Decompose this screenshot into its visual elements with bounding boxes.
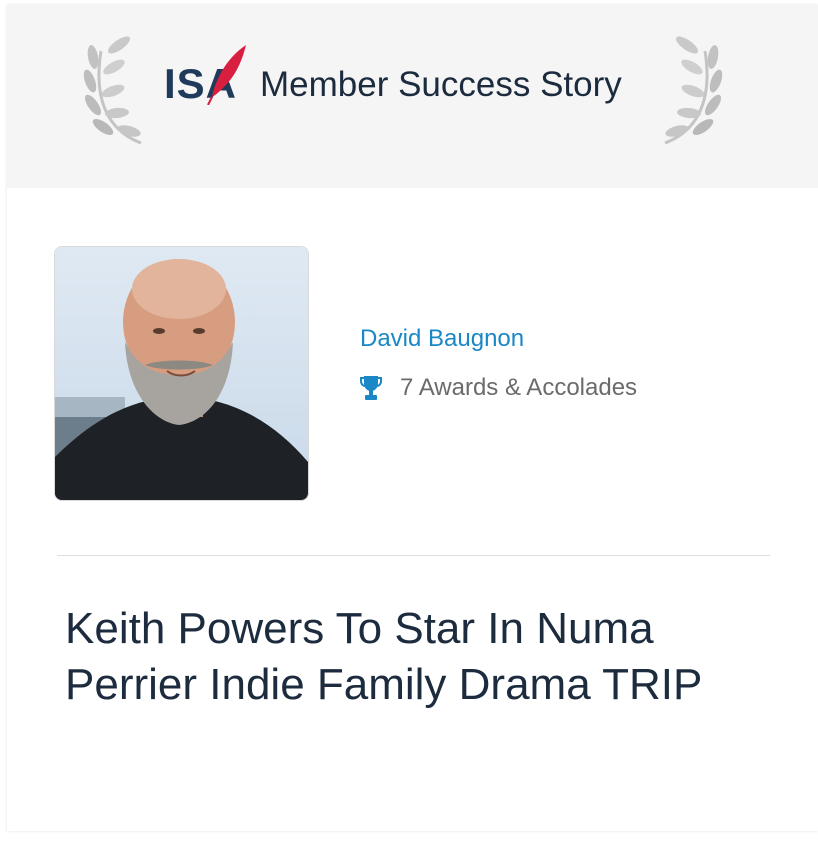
avatar-portrait	[55, 247, 308, 500]
divider	[57, 555, 770, 556]
banner: ISA Member Success Story	[7, 5, 818, 188]
member-photo	[54, 246, 309, 501]
isa-logo: ISA	[164, 43, 248, 105]
quill-icon	[207, 45, 246, 105]
awards-row: 7 Awards & Accolades	[360, 373, 637, 403]
story-headline[interactable]: Keith Powers To Star In Numa Perrier Ind…	[65, 601, 765, 713]
laurel-right-icon	[664, 36, 723, 145]
success-story-card: ISA Member Success Story David Baugnon 7…	[7, 5, 818, 831]
banner-title: Member Success Story	[260, 65, 622, 104]
awards-count: 7 Awards & Accolades	[400, 374, 638, 401]
laurel-left-icon	[83, 36, 142, 145]
trophy-icon	[360, 376, 382, 400]
member-name-link[interactable]: David Baugnon	[360, 324, 524, 354]
